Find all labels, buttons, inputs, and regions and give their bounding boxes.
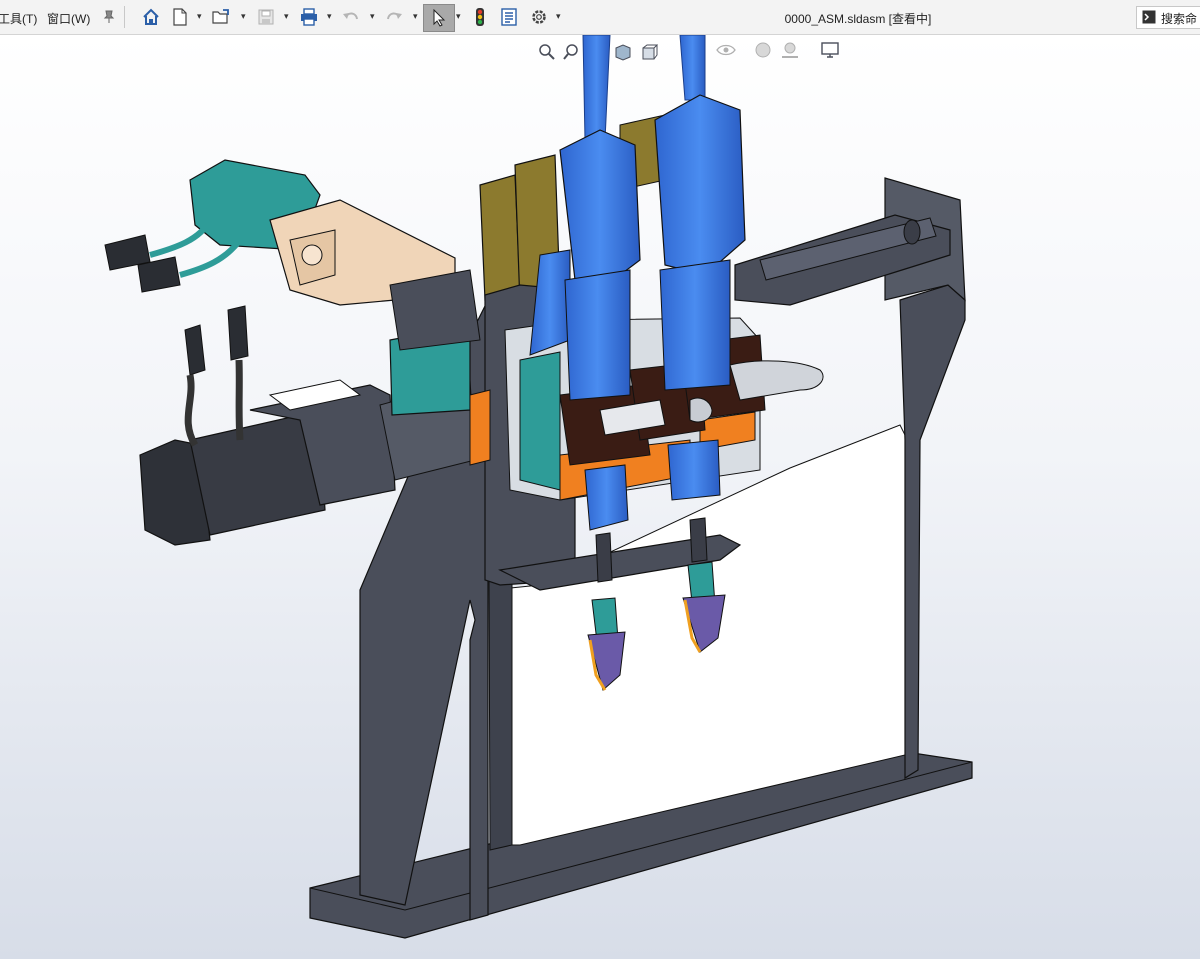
gear-icon[interactable] bbox=[528, 5, 550, 29]
menu-tools[interactable]: 工具(T) bbox=[0, 10, 37, 27]
command-toolbar: 工具(T) 窗口(W) ▾ ▾ ▾ ▾ ▾ ▾ ▾ ▾ 0000_ASM.sld… bbox=[0, 0, 1200, 35]
select-pointer-icon[interactable] bbox=[423, 4, 455, 32]
terminal-icon bbox=[1142, 10, 1156, 24]
pin-icon[interactable] bbox=[100, 5, 118, 29]
chevron-down-icon[interactable]: ▾ bbox=[327, 11, 332, 22]
undo-icon[interactable] bbox=[340, 5, 362, 29]
new-document-icon[interactable] bbox=[170, 5, 190, 29]
hide-show-icon[interactable] bbox=[716, 43, 736, 60]
redo-icon[interactable] bbox=[383, 5, 405, 29]
search-input[interactable]: 搜索命 bbox=[1136, 6, 1200, 29]
toolbar-separator bbox=[124, 6, 125, 28]
search-placeholder: 搜索命 bbox=[1161, 12, 1198, 26]
file-properties-icon[interactable] bbox=[498, 5, 520, 29]
save-icon[interactable] bbox=[255, 5, 277, 29]
chevron-down-icon[interactable]: ▾ bbox=[284, 11, 289, 22]
cad-model-view bbox=[104, 35, 973, 939]
document-title: 0000_ASM.sldasm [查看中] bbox=[784, 12, 932, 26]
open-folder-icon[interactable] bbox=[210, 5, 232, 29]
zoom-to-fit-icon[interactable] bbox=[538, 43, 556, 64]
chevron-down-icon[interactable]: ▾ bbox=[197, 11, 202, 22]
home-icon[interactable] bbox=[140, 5, 162, 29]
apply-scene-icon[interactable] bbox=[780, 41, 800, 62]
view-orientation-icon[interactable] bbox=[640, 43, 659, 64]
chevron-down-icon[interactable]: ▾ bbox=[241, 11, 246, 22]
zoom-area-icon[interactable] bbox=[563, 43, 581, 64]
chevron-down-icon[interactable]: ▾ bbox=[556, 11, 561, 22]
view-settings-icon[interactable] bbox=[820, 41, 840, 62]
chevron-down-icon[interactable]: ▾ bbox=[456, 11, 461, 22]
edit-appearance-icon[interactable] bbox=[754, 41, 772, 62]
graphics-area[interactable] bbox=[0, 35, 1200, 959]
traffic-light-icon[interactable] bbox=[471, 5, 489, 29]
guide-block bbox=[389, 269, 481, 416]
menu-window[interactable]: 窗口(W) bbox=[47, 10, 90, 27]
section-view-icon[interactable] bbox=[614, 43, 632, 64]
print-icon[interactable] bbox=[297, 5, 321, 29]
chevron-down-icon[interactable]: ▾ bbox=[413, 11, 418, 22]
chevron-down-icon[interactable]: ▾ bbox=[370, 11, 375, 22]
